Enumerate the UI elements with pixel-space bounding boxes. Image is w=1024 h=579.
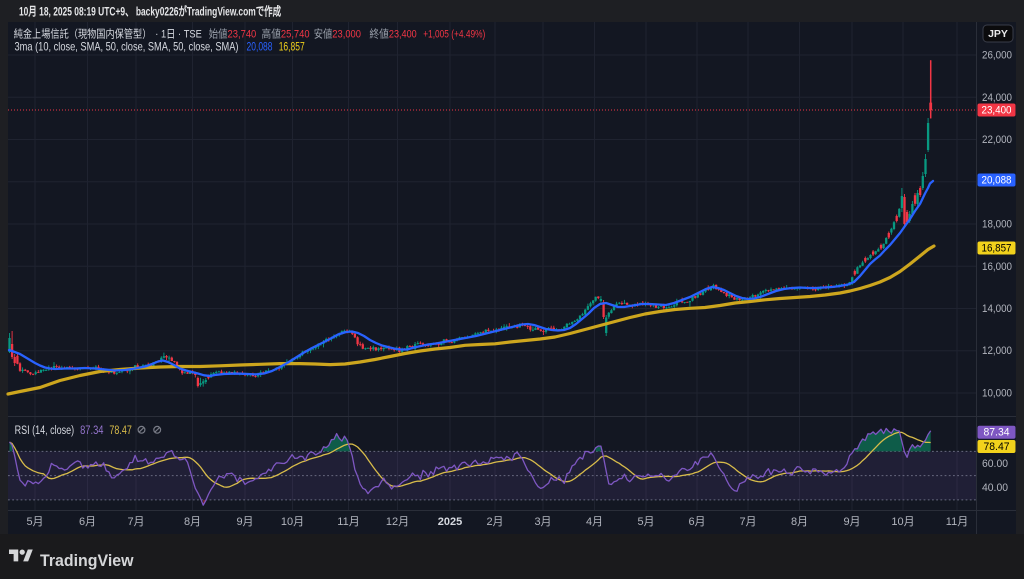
svg-text:5月: 5月 (637, 516, 654, 528)
svg-text:87.34: 87.34 (984, 427, 1010, 439)
svg-text:RSI (14, close): RSI (14, close) (15, 425, 75, 437)
svg-text:40.00: 40.00 (982, 482, 1008, 494)
svg-text:6月: 6月 (79, 516, 96, 528)
svg-text:2025: 2025 (438, 516, 462, 528)
svg-text:11月: 11月 (337, 516, 359, 528)
svg-text:78.47: 78.47 (109, 425, 131, 437)
svg-text:8月: 8月 (791, 516, 808, 528)
svg-text:JPY: JPY (988, 28, 1008, 40)
svg-text:10,000: 10,000 (982, 388, 1012, 400)
svg-text:2月: 2月 (486, 516, 503, 528)
svg-text:16,857: 16,857 (982, 243, 1012, 255)
svg-text:11月: 11月 (946, 516, 968, 528)
svg-text:22,000: 22,000 (982, 134, 1012, 146)
svg-text:終値: 終値 (369, 27, 389, 41)
svg-text:6月: 6月 (688, 516, 705, 528)
svg-text:5月: 5月 (26, 516, 43, 528)
svg-text:10月: 10月 (281, 516, 304, 528)
svg-text:26,000: 26,000 (982, 50, 1012, 62)
svg-text:7月: 7月 (739, 516, 756, 528)
svg-text:23,000: 23,000 (332, 29, 361, 41)
svg-text:8月: 8月 (184, 516, 201, 528)
svg-text:3月: 3月 (534, 516, 551, 528)
svg-text:18,000: 18,000 (982, 219, 1012, 231)
svg-text:87.34: 87.34 (80, 425, 104, 437)
svg-text:+1,005 (+4.49%): +1,005 (+4.49%) (423, 29, 485, 41)
svg-text:78.47: 78.47 (984, 441, 1010, 453)
svg-text:12月: 12月 (386, 516, 409, 528)
svg-text:16,857: 16,857 (279, 40, 305, 54)
svg-text:23,400: 23,400 (389, 29, 417, 41)
svg-text:4月: 4月 (586, 516, 603, 528)
svg-text:10月 18, 2025 08:19 UTC+9、 back: 10月 18, 2025 08:19 UTC+9、 backy0226がTrad… (19, 4, 281, 19)
svg-text:20,088: 20,088 (247, 40, 273, 54)
svg-text:3ma (10, close, SMA, 50, close: 3ma (10, close, SMA, 50, close, SMA, 50,… (15, 40, 239, 54)
svg-text:12,000: 12,000 (982, 345, 1012, 357)
svg-text:7月: 7月 (127, 516, 144, 528)
svg-text:9月: 9月 (236, 516, 253, 528)
svg-text:60.00: 60.00 (982, 458, 1008, 470)
svg-text:14,000: 14,000 (982, 303, 1012, 315)
svg-text:23,400: 23,400 (982, 105, 1012, 117)
svg-text:安値: 安値 (314, 27, 333, 41)
svg-text:16,000: 16,000 (982, 261, 1012, 273)
svg-text:24,000: 24,000 (982, 92, 1012, 104)
svg-text:20,088: 20,088 (982, 175, 1012, 187)
svg-text:TradingView: TradingView (40, 551, 134, 570)
svg-text:9月: 9月 (843, 516, 860, 528)
svg-text:10月: 10月 (891, 516, 914, 528)
